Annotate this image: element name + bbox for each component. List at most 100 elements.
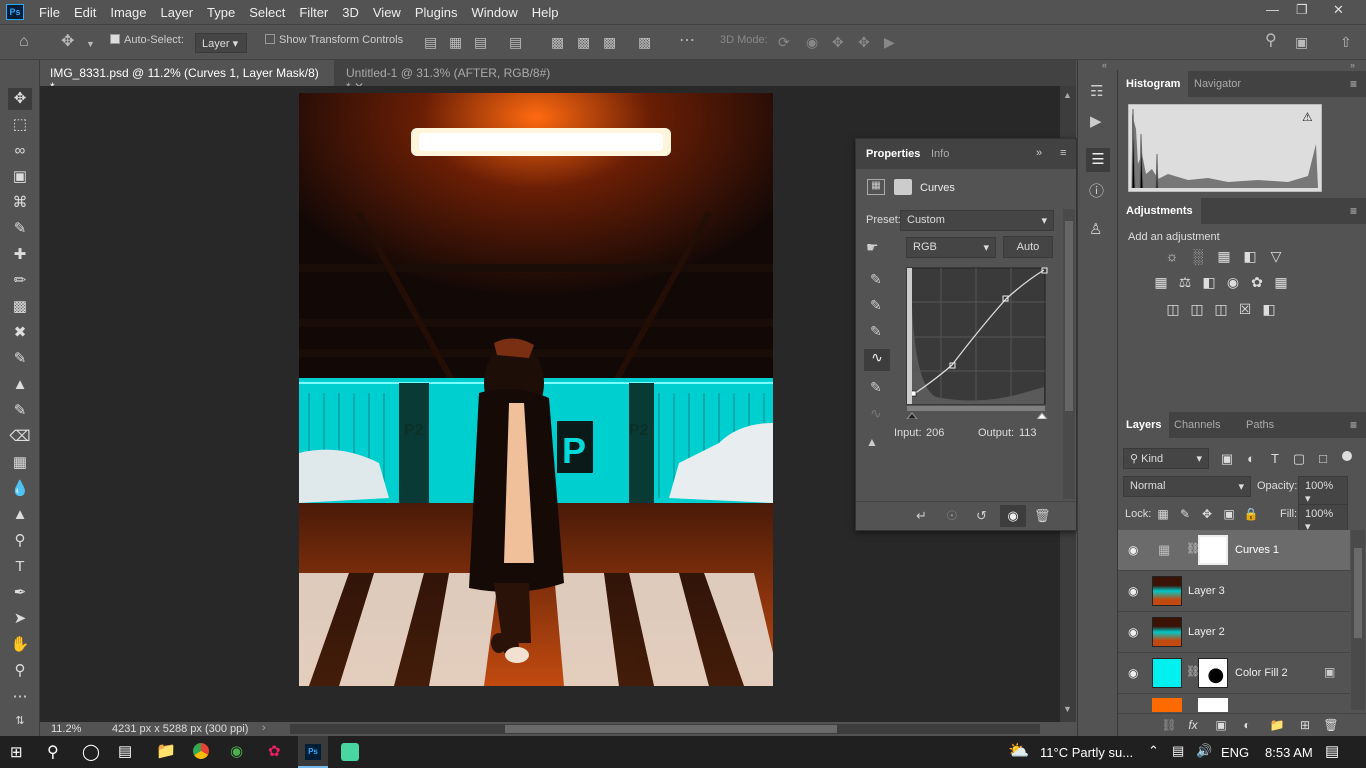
type-tool-icon[interactable]: T [8, 556, 32, 578]
blur-tool-icon[interactable]: 💧 [8, 478, 32, 500]
channel-mixer-icon[interactable]: ✿ [1248, 273, 1266, 291]
tab-channels[interactable]: Channels [1166, 412, 1228, 438]
menu-image[interactable]: Image [103, 5, 153, 20]
canvas-horizontal-scrollbar[interactable] [290, 724, 1040, 734]
stamp-icon[interactable]: ▲ [8, 374, 32, 396]
lock-position-icon[interactable]: ✥ [1198, 505, 1216, 523]
gradient-map-icon[interactable]: ◧ [1260, 300, 1278, 318]
tab-paths[interactable]: Paths [1238, 412, 1282, 438]
threshold-icon[interactable]: ◫ [1212, 300, 1230, 318]
history-panel-icon[interactable]: ☶ [1090, 82, 1103, 100]
link-layers-icon[interactable]: ⛓ [1160, 716, 1178, 734]
black-point-eyedropper-icon[interactable]: ✎ [870, 271, 882, 288]
info-panel-icon[interactable]: ⓘ [1089, 180, 1104, 201]
more-options-icon[interactable]: ⋯ [679, 33, 695, 49]
selective-color-icon[interactable]: ☒ [1236, 300, 1254, 318]
edge-icon[interactable]: ◉ [230, 742, 243, 760]
crop-tool-icon[interactable]: ⌘ [8, 192, 32, 214]
lock-transparent-icon[interactable]: ▦ [1154, 505, 1172, 523]
chevron-down-icon[interactable]: ▼ [86, 37, 95, 51]
layer-color-fill-partial[interactable] [1118, 698, 1350, 712]
slide-3d-icon[interactable]: ✥ [858, 35, 870, 49]
collapse-dock-icon[interactable]: « [1102, 60, 1107, 70]
sharpen-tool-icon[interactable]: ▲ [8, 504, 32, 526]
adjustments-menu-icon[interactable]: ≡ [1350, 204, 1357, 218]
zoom-tool-icon[interactable]: ⚲ [8, 660, 32, 682]
layer-3[interactable]: ◉ Layer 3 [1118, 571, 1350, 612]
color-balance-icon[interactable]: ⚖ [1176, 273, 1194, 291]
tab-properties[interactable]: Properties [866, 148, 920, 160]
layer-mask-thumbnail[interactable] [1198, 658, 1228, 688]
layer-mask-thumbnail[interactable] [1198, 535, 1228, 565]
filter-pixel-icon[interactable]: ▣ [1218, 450, 1236, 468]
distribute-icon[interactable]: ▤ [509, 35, 522, 49]
menu-view[interactable]: View [366, 5, 408, 20]
scroll-up-icon[interactable]: ▲ [1063, 90, 1072, 100]
properties-scroll-thumb[interactable] [1065, 221, 1073, 411]
close-icon[interactable]: ✕ [1333, 2, 1344, 18]
new-group-icon[interactable]: 📁 [1268, 716, 1286, 734]
move-tool-icon[interactable]: ✥ [8, 88, 32, 110]
marquee-tool-icon[interactable]: ⬚ [8, 114, 32, 136]
tray-chevron-icon[interactable]: ⌃ [1148, 743, 1159, 759]
workspace-icon[interactable]: ▣ [1295, 35, 1308, 49]
actions-play-icon[interactable]: ▶ [1090, 112, 1102, 130]
filter-smart-object-icon[interactable]: □ [1314, 450, 1332, 468]
healing-brush-icon[interactable]: ✚ [8, 244, 32, 266]
language-indicator[interactable]: ENG [1221, 745, 1249, 760]
lock-artboard-icon[interactable]: ▣ [1220, 505, 1238, 523]
status-menu-icon[interactable]: › [262, 722, 266, 734]
preset-dropdown[interactable]: Custom ▾ [900, 210, 1054, 231]
filter-adjustment-icon[interactable]: ◐ [1242, 450, 1260, 468]
search-icon[interactable]: ⚲ [1265, 33, 1277, 49]
tab-img-8331[interactable]: IMG_8331.psd @ 11.2% (Curves 1, Layer Ma… [40, 60, 334, 94]
filter-type-icon[interactable]: T [1266, 450, 1284, 468]
filter-shape-icon[interactable]: ▢ [1290, 450, 1308, 468]
search-icon[interactable]: ⚲ [47, 742, 59, 762]
align-middle-icon[interactable]: ▩ [577, 35, 590, 49]
scroll-down-icon[interactable]: ▼ [1063, 704, 1072, 714]
exposure-icon[interactable]: ◧ [1241, 247, 1259, 265]
file-explorer-icon[interactable]: 📁 [156, 741, 176, 761]
curves-icon[interactable]: ▦ [1215, 247, 1233, 265]
collapse-panels-icon[interactable]: » [1350, 60, 1355, 70]
horizontal-scroll-thumb[interactable] [505, 725, 837, 733]
layers-scroll-thumb[interactable] [1354, 548, 1362, 638]
clipping-warning-icon[interactable]: ▲ [866, 435, 878, 449]
delete-layer-icon[interactable]: 🗑 [1322, 716, 1340, 734]
properties-panel-icon[interactable]: ☰ [1086, 148, 1110, 172]
clone-stamp-icon[interactable]: ▩ [8, 296, 32, 318]
visibility-eye-icon[interactable]: ◉ [1128, 625, 1138, 639]
layers-menu-icon[interactable]: ≡ [1350, 418, 1357, 432]
layer-curves-1[interactable]: ◉ ▦ ⛓ Curves 1 [1118, 530, 1350, 571]
hand-tool-icon[interactable]: ✋ [8, 634, 32, 656]
menu-type[interactable]: Type [200, 5, 242, 20]
photo-filter-icon[interactable]: ◉ [1224, 273, 1242, 291]
brush-tool-icon[interactable]: ✏ [8, 270, 32, 292]
delete-icon[interactable]: 🗑 [1034, 508, 1051, 524]
app-icon[interactable] [341, 743, 359, 761]
clone-source-icon[interactable]: ♙ [1089, 220, 1102, 238]
blend-mode-dropdown[interactable]: Normal ▾ [1123, 476, 1251, 497]
chrome-icon[interactable] [193, 743, 209, 759]
orbit-3d-icon[interactable]: ⟳ [778, 35, 790, 49]
curve-point-tool-icon[interactable]: ∿ [864, 349, 890, 371]
layers-scrollbar[interactable] [1351, 530, 1365, 710]
on-image-adjust-icon[interactable]: ☛ [866, 239, 879, 256]
cortana-icon[interactable]: ◯ [82, 742, 100, 762]
color-lookup-icon[interactable]: ▦ [1272, 273, 1290, 291]
more-tools-icon[interactable]: ⋯ [8, 686, 32, 708]
menu-filter[interactable]: Filter [292, 5, 335, 20]
menu-select[interactable]: Select [242, 5, 292, 20]
eyedropper-tool-icon[interactable]: ✎ [8, 218, 32, 240]
menu-plugins[interactable]: Plugins [408, 5, 465, 20]
dodge-tool-icon[interactable]: ⚲ [8, 530, 32, 552]
new-adjustment-icon[interactable]: ◐ [1238, 716, 1256, 734]
curves-graph[interactable] [906, 267, 1048, 419]
lock-image-icon[interactable]: ✎ [1176, 505, 1194, 523]
menu-help[interactable]: Help [525, 5, 566, 20]
new-layer-icon[interactable]: ⊞ [1296, 716, 1314, 734]
tab-layers[interactable]: Layers [1118, 412, 1170, 438]
align-right-icon[interactable]: ▤ [474, 35, 487, 49]
camera-3d-icon[interactable]: ▶ [884, 35, 895, 49]
